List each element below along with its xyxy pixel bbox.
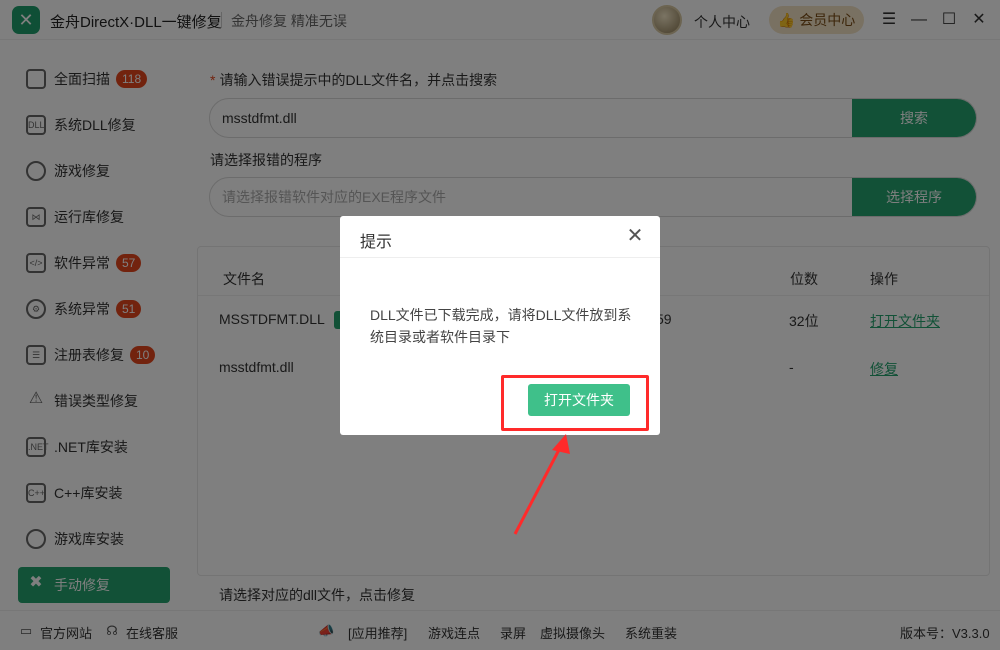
dialog-header: 提示 ✕ [340, 216, 660, 258]
close-icon[interactable]: ✕ [624, 225, 646, 247]
dialog-title: 提示 [360, 234, 393, 251]
annotation-arrow-icon [513, 434, 570, 535]
annotation-highlight-box [501, 375, 649, 431]
dialog-message: DLL文件已下载完成，请将DLL文件放到系统目录或者软件目录下 [370, 307, 632, 345]
